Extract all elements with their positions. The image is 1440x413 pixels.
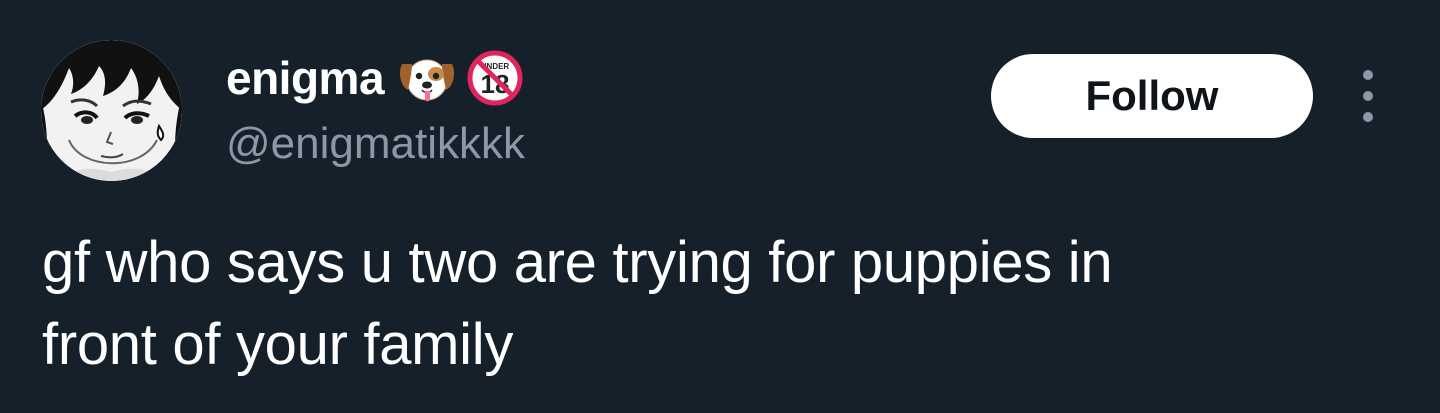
display-name-row: enigma UNDER 18 <box>226 48 525 108</box>
badge-18-label: 18 <box>481 69 510 99</box>
vertical-ellipsis-icon <box>1363 70 1373 80</box>
no-under-18-icon: UNDER 18 <box>466 49 524 107</box>
tweet-text: gf who says u two are trying for puppies… <box>42 230 1113 377</box>
more-options-button[interactable] <box>1348 70 1388 122</box>
display-name[interactable]: enigma <box>226 48 385 108</box>
avatar[interactable] <box>41 40 182 181</box>
follow-button[interactable]: Follow <box>991 54 1313 138</box>
tweet-card: enigma UNDER 18 @enigmatikkkk Follow gf … <box>0 0 1440 413</box>
vertical-ellipsis-dot <box>1363 112 1373 122</box>
vertical-ellipsis-dot <box>1363 91 1373 101</box>
author-block: enigma UNDER 18 @enigmatikkkk <box>226 48 525 172</box>
dog-face-icon <box>396 52 458 104</box>
manga-portrait-icon <box>41 40 182 181</box>
author-handle[interactable]: @enigmatikkkk <box>226 116 525 172</box>
